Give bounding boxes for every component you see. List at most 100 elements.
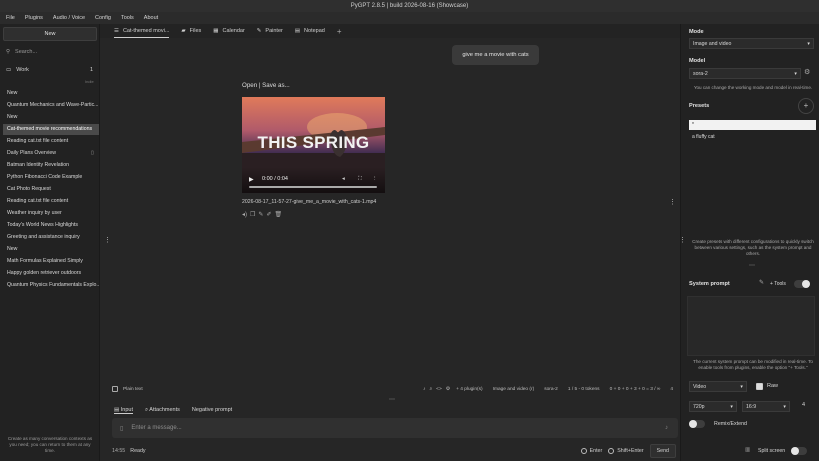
context-item[interactable]: New xyxy=(3,112,99,123)
split-screen-toggle[interactable] xyxy=(791,447,807,455)
context-item[interactable]: New xyxy=(3,88,99,99)
tab-notepad[interactable]: ▤ Notepad xyxy=(295,24,325,38)
model-label: Model xyxy=(689,58,706,64)
search-field[interactable]: ⚲ Search... xyxy=(3,46,97,57)
footer-bar: 14:55 Ready Enter Shift+Enter Send xyxy=(100,440,680,461)
splitter-handle-icon[interactable]: ⋮ xyxy=(104,236,111,244)
system-prompt-input[interactable] xyxy=(687,296,815,356)
play-icon[interactable]: ▶ xyxy=(249,176,254,183)
menu-file[interactable]: File xyxy=(6,15,15,21)
video-time: 0:00 / 0:04 xyxy=(262,176,288,182)
context-item[interactable]: Today's World News Highlights xyxy=(3,220,99,231)
add-preset-button[interactable]: + xyxy=(798,98,814,114)
preset-item-selected[interactable]: * xyxy=(689,120,816,130)
context-item[interactable]: Weather inquiry by user xyxy=(3,208,99,219)
context-sidebar: New ⚲ Search... ▭ Work 1 Indie New Quant… xyxy=(0,24,100,461)
context-item[interactable]: Batman Identity Revelation xyxy=(3,160,99,171)
menu-about[interactable]: About xyxy=(144,15,158,21)
aspect-select[interactable]: 16:9 ▾ xyxy=(742,401,790,412)
message-placeholder: Enter a message... xyxy=(131,425,182,431)
more-icon[interactable]: ⋮ xyxy=(372,176,378,182)
context-item[interactable]: Reading cat.txt file content xyxy=(3,136,99,147)
send-button[interactable]: Send xyxy=(649,443,676,458)
raw-checkbox[interactable] xyxy=(756,383,763,390)
video-player[interactable]: THIS SPRING ▶ 0:00 / 0:04 ◂ ⛶ ⋮ xyxy=(242,97,385,193)
context-item[interactable]: Python Fibonacci Code Example xyxy=(3,172,99,183)
media-type-value: Video xyxy=(693,383,707,390)
gear-icon[interactable]: ⚙ xyxy=(804,68,810,76)
tools-icon[interactable]: ⚙ xyxy=(446,387,450,392)
new-context-button[interactable]: New xyxy=(3,27,97,41)
context-item[interactable]: New xyxy=(3,244,99,255)
output-header-links[interactable]: Open | Save as... xyxy=(242,82,290,89)
add-tab-icon[interactable]: + xyxy=(337,27,342,36)
tab-attachments[interactable]: ⌕ Attachments xyxy=(145,407,180,414)
window-title: PyGPT 2.8.5 | build 2026-08-16 (Showcase… xyxy=(0,0,819,12)
context-item[interactable]: Daily Plans Overview xyxy=(3,148,99,159)
menu-config[interactable]: Config xyxy=(95,15,111,21)
scroll-menu-icon[interactable]: ⋮ xyxy=(669,198,676,206)
group-name: Work xyxy=(16,67,29,73)
tab-calendar[interactable]: ▦ Calendar xyxy=(213,24,245,38)
group-work[interactable]: ▭ Work 1 xyxy=(3,64,97,76)
plain-text-checkbox[interactable] xyxy=(112,386,118,392)
menu-tools[interactable]: Tools xyxy=(121,15,134,21)
audio-icon[interactable]: ◂) xyxy=(242,211,247,218)
context-item[interactable]: Quantum Mechanics and Wave-Partic... xyxy=(3,100,99,111)
tab-label: Input xyxy=(120,406,133,413)
menu-plugins[interactable]: Plugins xyxy=(25,15,43,21)
duration-value[interactable]: 4 xyxy=(802,402,805,408)
mic-icon[interactable]: ♪ xyxy=(423,387,425,392)
input-splitter-handle-icon[interactable]: ⋯ xyxy=(389,396,395,403)
right-splitter-handle-icon[interactable]: ⋮ xyxy=(679,236,686,244)
tab-label: Painter xyxy=(265,28,283,34)
attachment-icon: ▯ xyxy=(91,150,94,156)
menu-audio-voice[interactable]: Audio / Voice xyxy=(53,15,85,21)
mode-select[interactable]: Image and video ▾ xyxy=(689,38,814,49)
tab-input[interactable]: ▤ Input xyxy=(114,407,133,414)
delete-icon[interactable]: 🗑 xyxy=(274,211,282,218)
media-type-select[interactable]: Video ▾ xyxy=(689,381,747,392)
fullscreen-icon[interactable]: ⛶ xyxy=(358,176,362,183)
tab-files[interactable]: ▰ Files xyxy=(181,24,201,38)
tools-toggle[interactable] xyxy=(794,280,810,288)
remix-toggle[interactable] xyxy=(689,420,705,428)
tab-negative-prompt[interactable]: Negative prompt xyxy=(192,407,232,413)
tab-painter[interactable]: ✎ Painter xyxy=(257,24,283,38)
shift-enter-radio[interactable] xyxy=(608,447,615,454)
message-input[interactable]: ▯ Enter a message... ♪ xyxy=(112,418,678,438)
attach-icon[interactable]: ⌕ xyxy=(429,386,432,392)
context-item[interactable]: Cat Photo Request xyxy=(3,184,99,195)
code-icon[interactable]: <> xyxy=(436,387,442,392)
wrench-icon: ✎ xyxy=(759,280,765,286)
video-progress-track[interactable] xyxy=(249,186,377,188)
context-item[interactable]: Quantum Physics Fundamentals Explo... xyxy=(3,280,99,291)
chat-output: give me a movie with cats Open | Save as… xyxy=(100,38,680,380)
video-filename[interactable]: 2026-08-17_11-57-27-give_me_a_movie_with… xyxy=(242,199,376,205)
mode-label: Mode xyxy=(689,29,704,35)
copy-icon[interactable]: ❐ xyxy=(250,211,255,218)
preset-item[interactable]: a fluffy cat xyxy=(689,132,816,142)
context-item[interactable]: Happy golden retriever outdoors xyxy=(3,268,99,279)
context-item[interactable]: Math Formulas Explained Simply xyxy=(3,256,99,267)
tab-label: Notepad xyxy=(304,28,325,34)
attachment-icon[interactable]: ▯ xyxy=(120,425,123,432)
tab-chat[interactable]: ☰ Cat-themed movi... xyxy=(114,24,170,38)
model-status: sora-2 xyxy=(544,386,558,392)
raw-label: Raw xyxy=(767,383,779,389)
folder-icon: ▰ xyxy=(181,28,186,34)
model-select[interactable]: sora-2 ▾ xyxy=(689,68,801,79)
resolution-select[interactable]: 720p ▾ xyxy=(689,401,737,412)
split-screen-label: Split screen xyxy=(758,448,786,454)
microphone-icon[interactable]: ♪ xyxy=(665,425,668,431)
context-item[interactable]: Reading cat.txt file content xyxy=(3,196,99,207)
pencil-icon[interactable]: ✐ xyxy=(266,211,271,218)
edit-icon[interactable]: ✎ xyxy=(258,211,263,218)
enter-radio[interactable] xyxy=(580,447,587,454)
context-item-selected[interactable]: Cat-themed movie recommendations xyxy=(3,124,99,135)
tab-label: Cat-themed movi... xyxy=(122,27,170,34)
mute-icon[interactable]: ◂ xyxy=(342,176,345,182)
panel-splitter-icon[interactable]: ⋯ xyxy=(749,262,755,269)
input-tabs: ▤ Input ⌕ Attachments Negative prompt xyxy=(100,404,680,416)
context-item[interactable]: Greeting and assistance inquiry xyxy=(3,232,99,243)
